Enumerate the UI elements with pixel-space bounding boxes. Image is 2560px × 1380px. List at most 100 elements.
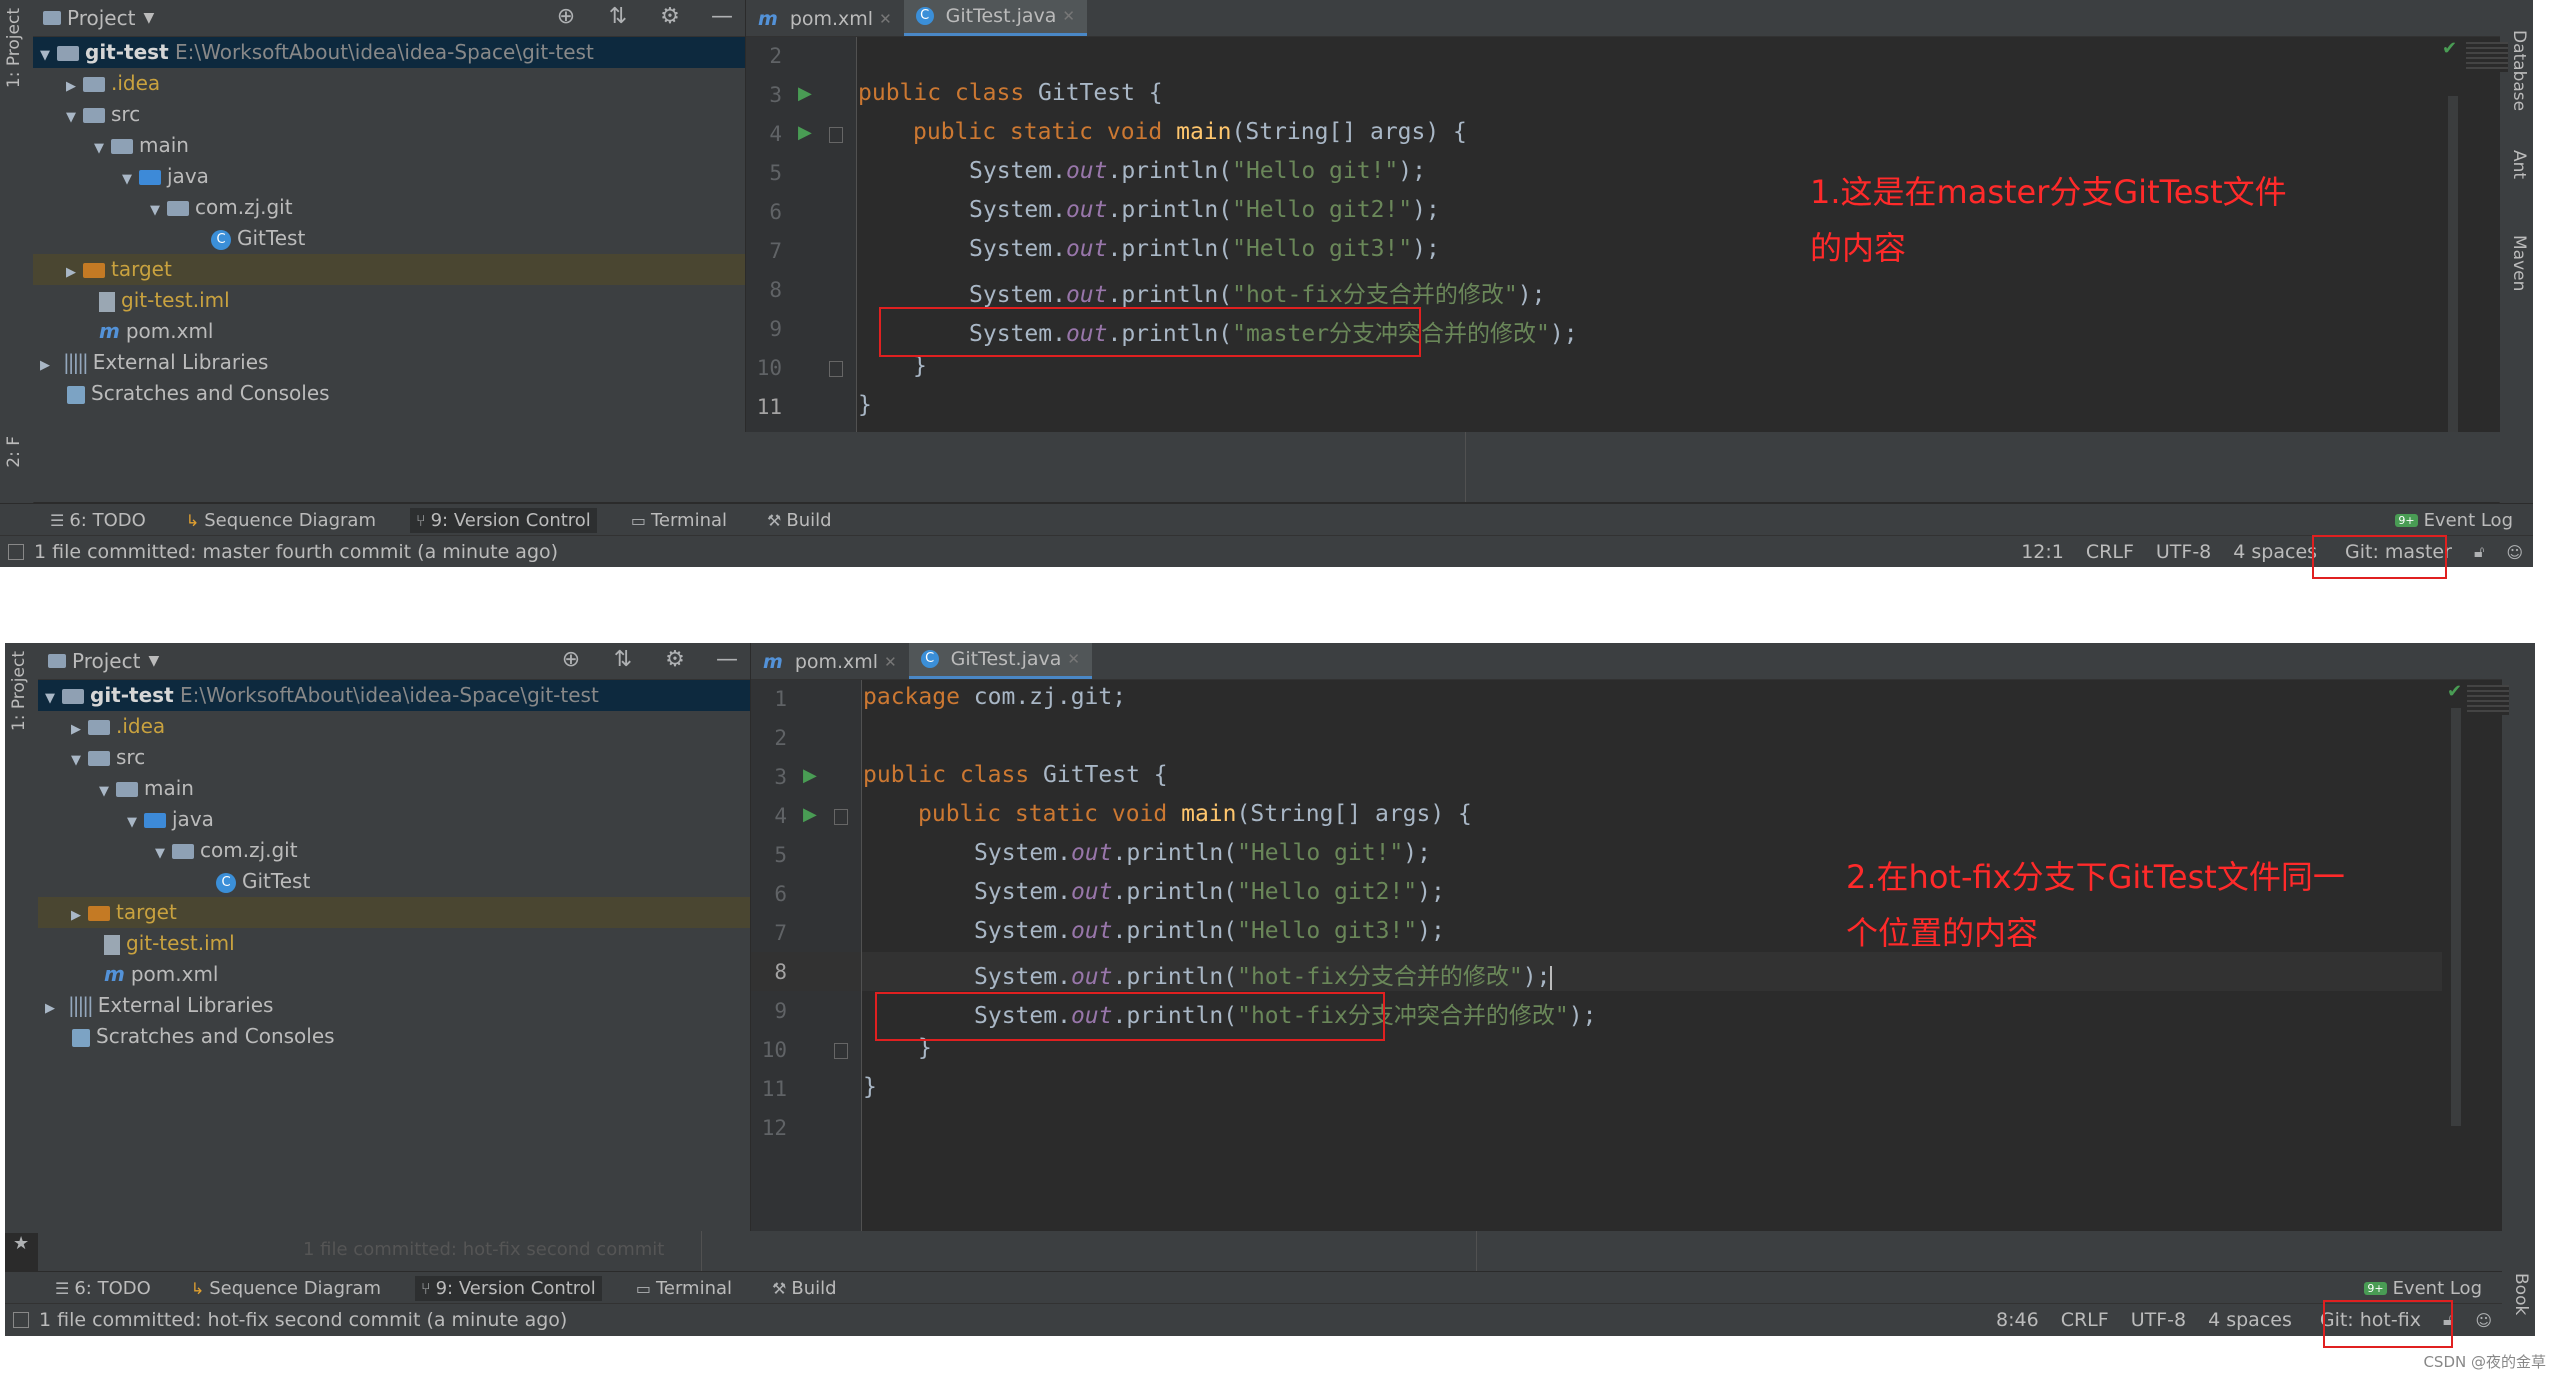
code-line-println[interactable]: System.out.println("Hello git2!");	[974, 879, 1445, 905]
tree-node-scratches[interactable]: Scratches and Consoles	[38, 1021, 750, 1052]
inspector-icon[interactable]: ☺	[2506, 543, 2523, 562]
fold-marker-icon[interactable]	[829, 127, 843, 143]
project-stripe-button[interactable]: 1: Project	[4, 8, 24, 88]
tree-node-root[interactable]: ▼ git-test E:\WorksoftAbout\idea\idea-Spa…	[33, 37, 745, 68]
tab-sequence-diagram[interactable]: ↳ Sequence Diagram	[185, 1276, 387, 1301]
status-toggle-icon[interactable]	[8, 544, 24, 560]
expand-arrow-icon[interactable]: ▶	[63, 257, 79, 288]
expand-arrow-icon[interactable]: ▼	[63, 102, 79, 133]
favorites-stripe-button[interactable]: 2: F	[4, 436, 24, 468]
tab-version-control[interactable]: ⑂ 9: Version Control	[414, 1275, 602, 1301]
hide-icon[interactable]: —	[714, 647, 740, 673]
expand-arrow-icon[interactable]: ▼	[152, 838, 168, 869]
gear-icon[interactable]: ⚙	[657, 4, 683, 30]
vertical-scrollbar[interactable]	[2448, 96, 2458, 432]
expand-arrow-icon[interactable]: ▼	[68, 745, 84, 776]
code-line-println[interactable]: System.out.println("Hello git3!");	[974, 918, 1445, 944]
file-encoding[interactable]: UTF-8	[2131, 1309, 2186, 1331]
tree-node-pom[interactable]: m pom.xml	[38, 959, 750, 990]
fold-marker-icon[interactable]	[834, 1043, 848, 1059]
tree-node-pom[interactable]: m pom.xml	[33, 316, 745, 347]
collapse-all-icon[interactable]: ⇅	[605, 4, 631, 30]
tree-node-package[interactable]: ▼ com.zj.git	[33, 192, 745, 223]
expand-arrow-icon[interactable]: ▶	[42, 993, 58, 1024]
code-line-main[interactable]: public static void main(String[] args) {	[913, 119, 1467, 145]
caret-position[interactable]: 8:46	[1996, 1309, 2039, 1331]
expand-arrow-icon[interactable]: ▶	[68, 714, 84, 745]
code-line-println[interactable]: System.out.println("hot-fix分支合并的修改");	[969, 275, 1545, 309]
tab-version-control[interactable]: ⑂ 9: Version Control	[409, 507, 597, 533]
locate-icon[interactable]: ⊕	[553, 4, 579, 30]
run-icon[interactable]: ▶	[798, 122, 812, 143]
close-icon[interactable]: ✕	[884, 653, 897, 671]
project-view-selector[interactable]: Project ▼	[48, 649, 159, 673]
code-line-println[interactable]: System.out.println("Hello git2!");	[969, 197, 1440, 223]
code-line-package[interactable]: package com.zj.git;	[863, 684, 1126, 710]
locate-icon[interactable]: ⊕	[558, 647, 584, 673]
tree-node-iml[interactable]: git-test.iml	[33, 285, 745, 316]
expand-arrow-icon[interactable]: ▼	[147, 195, 163, 226]
project-view-selector[interactable]: Project ▼	[43, 6, 154, 30]
project-stripe-button[interactable]: 1: Project	[9, 651, 29, 731]
tree-node-idea[interactable]: ▶ .idea	[33, 68, 745, 99]
code-line-println[interactable]: System.out.println("Hello git3!");	[969, 236, 1440, 262]
expand-arrow-icon[interactable]: ▶	[68, 900, 84, 931]
tab-todo[interactable]: ☰ 6: TODO	[49, 1276, 157, 1301]
run-icon[interactable]: ▶	[798, 83, 812, 104]
tab-build[interactable]: ⚒ Build	[766, 1276, 843, 1301]
expand-arrow-icon[interactable]: ▼	[124, 807, 140, 838]
tree-node-external-libraries[interactable]: ▶ ||||| External Libraries	[38, 990, 750, 1021]
event-log-button[interactable]: 9+ Event Log	[2395, 510, 2513, 531]
code-line-println[interactable]: System.out.println("Hello git!");	[974, 840, 1431, 866]
event-log-button[interactable]: 9+ Event Log	[2364, 1278, 2482, 1299]
code-line-println[interactable]: System.out.println("hot-fix分支合并的修改");	[974, 957, 1553, 991]
book-stripe-button[interactable]: Book	[2511, 1273, 2531, 1315]
line-separator[interactable]: CRLF	[2086, 541, 2134, 563]
inspector-icon[interactable]: ☺	[2475, 1311, 2492, 1330]
hide-icon[interactable]: —	[709, 4, 735, 30]
code-line-close[interactable]: }	[858, 392, 872, 418]
expand-arrow-icon[interactable]: ▼	[96, 776, 112, 807]
tab-gittest-java[interactable]: C GitTest.java ✕	[908, 643, 1092, 679]
code-line-class[interactable]: public class GitTest {	[858, 80, 1163, 106]
expand-arrow-icon[interactable]: ▶	[63, 71, 79, 102]
run-icon[interactable]: ▶	[803, 765, 817, 786]
tree-node-root[interactable]: ▼ git-test E:\WorksoftAbout\idea\idea-Spa…	[38, 680, 750, 711]
close-icon[interactable]: ✕	[879, 10, 892, 28]
ant-stripe-button[interactable]: Ant	[2509, 150, 2529, 179]
tree-node-main[interactable]: ▼ main	[33, 130, 745, 161]
code-line-class[interactable]: public class GitTest {	[863, 762, 1168, 788]
expand-arrow-icon[interactable]: ▶	[37, 350, 53, 381]
tree-node-target[interactable]: ▶ target	[33, 254, 745, 285]
tab-terminal[interactable]: ▭ Terminal	[630, 1276, 738, 1301]
tab-build[interactable]: ⚒ Build	[761, 508, 838, 533]
tree-node-target[interactable]: ▶ target	[38, 897, 750, 928]
run-icon[interactable]: ▶	[803, 804, 817, 825]
fold-marker-icon[interactable]	[829, 361, 843, 377]
indent-setting[interactable]: 4 spaces	[2233, 541, 2317, 563]
line-separator[interactable]: CRLF	[2061, 1309, 2109, 1331]
tree-node-package[interactable]: ▼ com.zj.git	[38, 835, 750, 866]
file-encoding[interactable]: UTF-8	[2156, 541, 2211, 563]
indent-setting[interactable]: 4 spaces	[2208, 1309, 2292, 1331]
database-stripe-button[interactable]: Database	[2509, 30, 2529, 111]
tab-pom-xml[interactable]: m pom.xml ✕	[751, 645, 909, 679]
tree-node-src[interactable]: ▼ src	[38, 742, 750, 773]
tree-node-class[interactable]: C GitTest	[38, 866, 750, 897]
collapse-all-icon[interactable]: ⇅	[610, 647, 636, 673]
tree-node-java[interactable]: ▼ java	[33, 161, 745, 192]
tab-terminal[interactable]: ▭ Terminal	[625, 508, 733, 533]
tree-node-class[interactable]: C GitTest	[33, 223, 745, 254]
expand-arrow-icon[interactable]: ▼	[42, 683, 58, 714]
vertical-scrollbar[interactable]	[2451, 708, 2461, 1126]
tree-node-iml[interactable]: git-test.iml	[38, 928, 750, 959]
caret-position[interactable]: 12:1	[2021, 541, 2064, 563]
expand-arrow-icon[interactable]: ▼	[91, 133, 107, 164]
code-line-main[interactable]: public static void main(String[] args) {	[918, 801, 1472, 827]
gear-icon[interactable]: ⚙	[662, 647, 688, 673]
expand-arrow-icon[interactable]: ▼	[37, 40, 53, 71]
close-icon[interactable]: ✕	[1067, 650, 1080, 668]
fold-marker-icon[interactable]	[834, 809, 848, 825]
maven-stripe-button[interactable]: Maven	[2509, 235, 2529, 291]
close-icon[interactable]: ✕	[1062, 7, 1075, 25]
